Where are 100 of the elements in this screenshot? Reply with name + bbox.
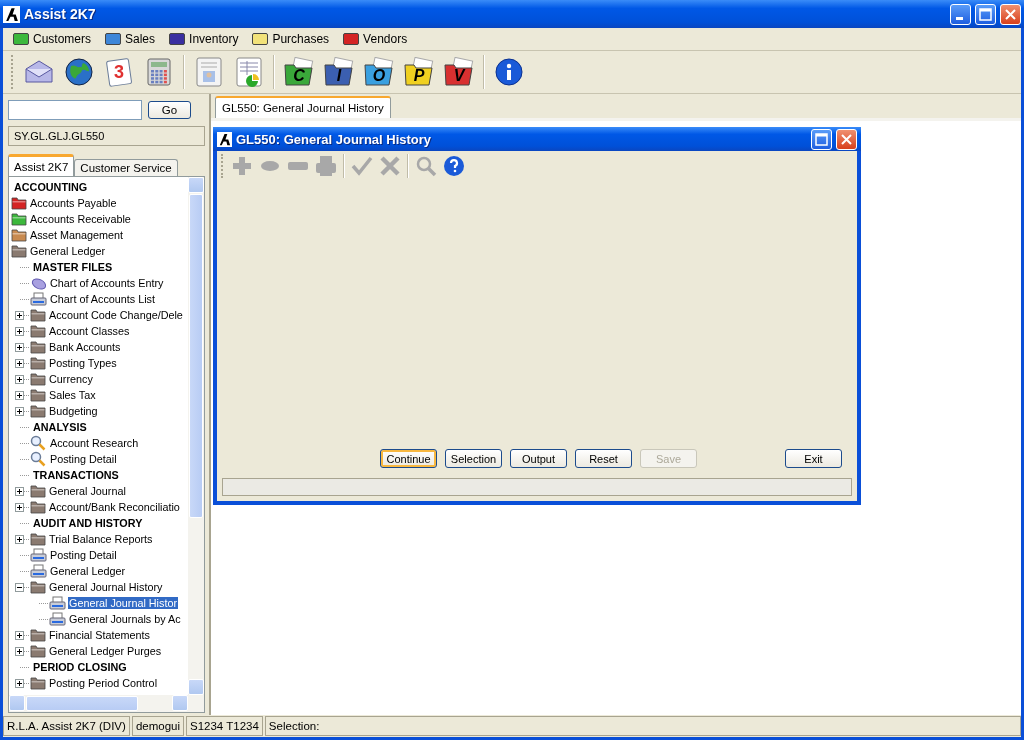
close-button[interactable]	[836, 128, 857, 150]
printer-icon	[30, 291, 47, 307]
search-icon	[30, 451, 47, 467]
expand-toggle[interactable]	[15, 679, 24, 688]
tree-item[interactable]: Account/Bank Reconciliatio	[48, 501, 181, 513]
tree-item[interactable]: Chart of Accounts Entry	[49, 277, 165, 289]
vertical-scrollbar[interactable]	[188, 177, 204, 695]
status-field: Selection:	[264, 716, 1021, 736]
status-field: R.L.A. Assist 2K7 (DIV)	[3, 716, 130, 736]
tree-item[interactable]: Accounts Payable	[29, 197, 118, 209]
expand-toggle[interactable]	[15, 391, 24, 400]
minimize-button[interactable]	[950, 3, 971, 25]
help-icon[interactable]	[443, 155, 465, 177]
tree-item[interactable]: Posting Types	[48, 357, 118, 369]
info-icon[interactable]	[495, 58, 523, 86]
calendar-icon[interactable]	[105, 57, 133, 87]
menu-item[interactable]: Inventory	[169, 32, 239, 46]
horizontal-scrollbar[interactable]	[9, 695, 204, 712]
envelope-icon[interactable]	[24, 59, 54, 85]
tab[interactable]: Assist 2K7	[8, 154, 75, 176]
tree-item[interactable]: Budgeting	[48, 405, 99, 417]
tree-item[interactable]: Account Code Change/Dele	[48, 309, 184, 321]
folder-letter: P	[413, 67, 425, 85]
printer-icon	[49, 611, 66, 627]
dialog-title: GL550: General Journal History	[236, 131, 433, 147]
expand-toggle[interactable]	[15, 487, 24, 496]
app-logo-icon	[217, 131, 232, 147]
printer-icon	[30, 563, 47, 579]
maximize-button[interactable]	[811, 128, 832, 150]
expand-toggle[interactable]	[15, 503, 24, 512]
menu-item[interactable]: Purchases	[252, 32, 330, 46]
collapse-toggle[interactable]	[15, 583, 24, 592]
window-title: Assist 2K7	[24, 6, 97, 22]
expand-toggle[interactable]	[15, 535, 24, 544]
go-button[interactable]: Go	[148, 101, 191, 119]
expand-toggle[interactable]	[15, 311, 24, 320]
expand-toggle[interactable]	[15, 631, 24, 640]
dialog-button[interactable]: Reset	[575, 449, 632, 468]
tree-item[interactable]: General Ledger	[29, 245, 107, 257]
expand-toggle[interactable]	[15, 343, 24, 352]
search-icon	[30, 435, 47, 451]
tree-item[interactable]: Account Research	[49, 437, 140, 449]
expand-toggle[interactable]	[15, 359, 24, 368]
globe-icon[interactable]	[64, 57, 94, 87]
letter-folder-icon[interactable]	[283, 57, 315, 87]
tree-item[interactable]: Account Classes	[48, 325, 131, 337]
eraser-icon	[30, 276, 47, 290]
spreadsheet-chart-icon[interactable]	[236, 57, 262, 87]
search-field[interactable]	[8, 100, 142, 120]
tree-item[interactable]: Bank Accounts	[48, 341, 122, 353]
tree-item[interactable]: General Ledger Purges	[48, 645, 163, 657]
menu-item[interactable]: Sales	[105, 32, 156, 46]
menu-item[interactable]: Customers	[13, 32, 91, 46]
printer-icon	[30, 547, 47, 563]
expand-toggle[interactable]	[15, 647, 24, 656]
tree-section-heading: ANALYSIS	[32, 421, 88, 433]
calculator-icon[interactable]	[147, 58, 171, 86]
letter-folder-icon[interactable]	[363, 57, 395, 87]
folder-letter: I	[336, 67, 342, 85]
folder-letter: O	[372, 67, 386, 85]
tree-item[interactable]: Sales Tax	[48, 389, 97, 401]
expand-toggle[interactable]	[15, 407, 24, 416]
dialog-button[interactable]: Continue	[380, 449, 437, 468]
status-field: demogui	[131, 716, 184, 736]
tree-section-heading: ACCOUNTING	[13, 181, 89, 193]
dialog-button[interactable]: Output	[510, 449, 567, 468]
tree-section-heading: PERIOD CLOSING	[32, 661, 128, 673]
tree-item[interactable]: General Journal History	[48, 581, 164, 593]
tree-item[interactable]: Chart of Accounts List	[49, 293, 157, 305]
letter-folder-icon[interactable]	[323, 57, 355, 87]
dialog-button[interactable]: Selection	[445, 449, 502, 468]
app-logo-icon	[3, 5, 20, 23]
menu-item[interactable]: Vendors	[343, 32, 408, 46]
printer-icon	[49, 595, 66, 611]
tree-item[interactable]: General Journal	[48, 485, 127, 497]
tree-item[interactable]: Posting Detail	[49, 453, 118, 465]
dialog-button[interactable]: Exit	[785, 449, 842, 468]
letter-folder-icon[interactable]	[403, 57, 435, 87]
document-tab[interactable]: GL550: General Journal History	[215, 96, 391, 118]
tree-item[interactable]: Currency	[48, 373, 94, 385]
tree-item[interactable]: General Journal Histor	[68, 597, 179, 609]
folder-letter: V	[453, 67, 465, 85]
tree-item[interactable]: Trial Balance Reports	[48, 533, 154, 545]
tree-item[interactable]: Asset Management	[29, 229, 125, 241]
calendar-day: 3	[114, 61, 124, 83]
tree-item[interactable]: Posting Detail	[49, 549, 118, 561]
tree-item[interactable]: Accounts Receivable	[29, 213, 132, 225]
maximize-button[interactable]	[975, 3, 996, 25]
expand-toggle[interactable]	[15, 327, 24, 336]
letter-folder-icon[interactable]	[443, 57, 475, 87]
close-button[interactable]	[1000, 3, 1021, 25]
tree-item[interactable]: General Ledger	[49, 565, 127, 577]
tab[interactable]: Customer Service	[74, 159, 178, 176]
path-field: SY.GL.GLJ.GL550	[8, 126, 205, 146]
tree-item[interactable]: Financial Statements	[48, 629, 151, 641]
tree-section-heading: MASTER FILES	[32, 261, 114, 273]
expand-toggle[interactable]	[15, 375, 24, 384]
folder-letter: C	[293, 67, 305, 85]
tree-item[interactable]: General Journals by Ac	[68, 613, 182, 625]
tree-item[interactable]: Posting Period Control	[48, 677, 159, 689]
